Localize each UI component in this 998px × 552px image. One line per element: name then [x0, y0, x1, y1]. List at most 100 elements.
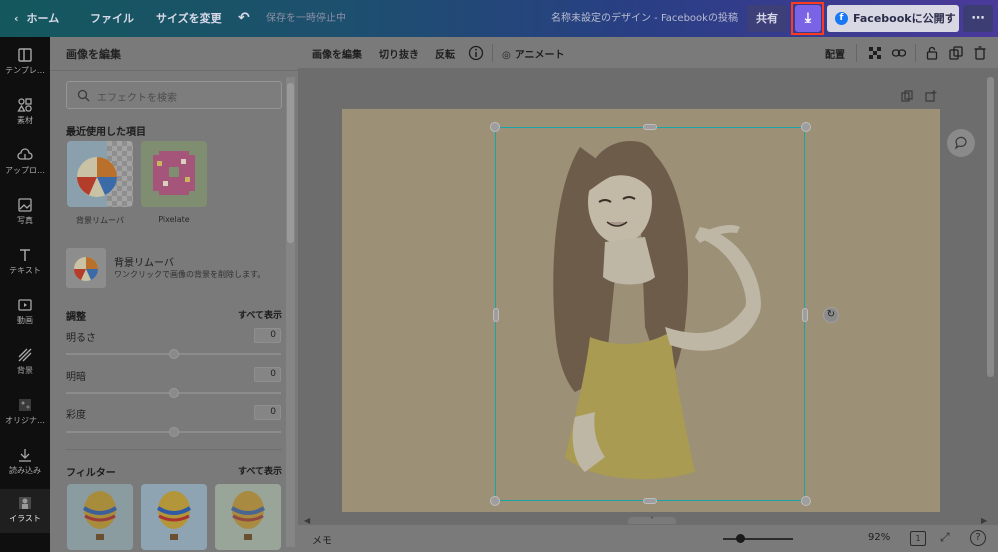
file-menu[interactable]: ファイル: [90, 0, 134, 37]
flip-button[interactable]: 反転: [435, 46, 455, 61]
zoom-level[interactable]: 92%: [868, 532, 890, 543]
filter-thumb[interactable]: [67, 484, 133, 550]
recent-pixelate-thumb[interactable]: [141, 141, 207, 207]
undo-icon[interactable]: ↶: [238, 0, 250, 37]
rail-item-text[interactable]: テキスト: [0, 247, 50, 276]
brightness-slider-handle[interactable]: [169, 349, 179, 359]
bg-remover-row[interactable]: 背景リムーバ ワンクリックで画像の背景を削除します。: [66, 248, 282, 288]
rail-item-background[interactable]: 背景: [0, 347, 50, 376]
text-icon: [20, 249, 30, 261]
saturation-slider-handle[interactable]: [169, 427, 179, 437]
comment-button[interactable]: [947, 129, 975, 157]
chevron-left-icon: ‹: [14, 12, 19, 25]
balloon-image: [67, 484, 133, 550]
trash-icon[interactable]: [972, 45, 988, 61]
rail-item-original[interactable]: オリジナ…: [0, 397, 50, 426]
toolbar-divider: [915, 44, 916, 62]
zoom-slider-track[interactable]: [723, 538, 793, 540]
transparency-icon[interactable]: [867, 45, 883, 61]
search-icon: [77, 89, 90, 102]
resize-menu[interactable]: サイズを変更: [156, 0, 222, 37]
brightness-value-input[interactable]: 0: [254, 328, 281, 343]
saturation-value-input[interactable]: 0: [254, 405, 281, 420]
canvas-scrollbar[interactable]: [987, 77, 994, 377]
resize-handle-s[interactable]: [643, 498, 657, 504]
rail-item-illust[interactable]: イラスト: [0, 489, 50, 533]
filter-title: フィルター: [66, 468, 116, 479]
rail-item-video[interactable]: 動画: [0, 297, 50, 326]
photo-icon: [18, 198, 32, 212]
background-icon: [18, 348, 32, 362]
template-icon: [18, 48, 32, 62]
original-icon: [19, 399, 31, 411]
add-page-icon[interactable]: [925, 90, 937, 102]
page-count-button[interactable]: 1: [910, 531, 926, 546]
resize-handle-se[interactable]: [801, 496, 811, 506]
search-placeholder: エフェクトを検索: [97, 93, 177, 104]
import-icon: [19, 449, 31, 462]
edit-image-button[interactable]: 画像を編集: [312, 46, 362, 61]
left-rail: テンプレ… 素材 アップロ… 写真 テキスト 動画 背景 オリジナ… 読み込み …: [0, 37, 50, 552]
panel-divider: [50, 70, 298, 71]
help-button[interactable]: ?: [970, 530, 986, 546]
top-bar: ‹ ホーム ファイル サイズを変更 ↶ 保存を一時停止中 名称未設定のデザイン -…: [0, 0, 998, 52]
info-icon[interactable]: [468, 45, 484, 61]
contrast-slider-handle[interactable]: [169, 388, 179, 398]
rotate-icon[interactable]: ↻: [823, 307, 839, 323]
resize-handle-e[interactable]: [802, 308, 808, 322]
video-icon: [18, 299, 32, 311]
toolbar-divider: [492, 44, 493, 62]
more-menu-icon[interactable]: ⋯: [963, 5, 993, 32]
crop-button[interactable]: 切り抜き: [379, 46, 419, 61]
link-icon[interactable]: [891, 45, 907, 61]
rail-item-elements[interactable]: 素材: [0, 97, 50, 126]
selection-box[interactable]: [495, 127, 805, 501]
fullscreen-icon[interactable]: ⤢: [940, 530, 950, 545]
resize-handle-nw[interactable]: [490, 122, 500, 132]
filter-show-all-link[interactable]: すべて表示: [238, 464, 282, 477]
balloon-image: [215, 484, 281, 550]
resize-handle-sw[interactable]: [490, 496, 500, 506]
save-status: 保存を一時停止中: [266, 13, 346, 24]
filter-thumb[interactable]: [141, 484, 207, 550]
toolbar-divider: [856, 44, 857, 62]
section-divider: [66, 449, 282, 450]
zoom-slider-handle[interactable]: [736, 534, 745, 543]
adjust-show-all-link[interactable]: すべて表示: [238, 308, 282, 321]
lock-icon[interactable]: [924, 45, 940, 61]
beach-ball-image: [67, 141, 117, 207]
canvas-area: ↻ ◀ ▶ ˄: [298, 69, 998, 525]
upload-icon: [17, 148, 33, 160]
brightness-label: 明るさ: [66, 333, 96, 344]
effect-search-input[interactable]: エフェクトを検索: [66, 81, 282, 109]
recent-bg-remover-thumb[interactable]: [67, 141, 133, 207]
download-button[interactable]: ⤓: [795, 5, 821, 32]
copy-page-icon[interactable]: [901, 90, 913, 102]
share-button[interactable]: 共有: [747, 5, 787, 32]
resize-handle-w[interactable]: [493, 308, 499, 322]
bg-remover-title: 背景リムーバ: [114, 258, 174, 269]
rail-item-template[interactable]: テンプレ…: [0, 47, 50, 76]
home-label: ホーム: [26, 12, 60, 25]
page-number: 1: [915, 534, 921, 543]
edit-image-panel: 画像を編集 エフェクトを検索 最近使用した項目 背景リムーバ Pixelate: [50, 37, 298, 552]
rail-item-upload[interactable]: アップロ…: [0, 147, 50, 176]
contrast-value-input[interactable]: 0: [254, 367, 281, 382]
balloon-image: [141, 484, 207, 550]
home-nav[interactable]: ‹ ホーム: [14, 0, 59, 37]
publish-facebook-button[interactable]: f Facebookに公開する: [827, 5, 959, 52]
duplicate-icon[interactable]: [948, 45, 964, 61]
facebook-icon: f: [835, 12, 848, 25]
panel-scrollbar[interactable]: [287, 83, 294, 243]
filter-thumb[interactable]: [215, 484, 281, 550]
comment-icon: [954, 136, 967, 150]
design-title[interactable]: 名称未設定のデザイン - Facebookの投稿: [551, 0, 738, 37]
animate-icon: ◎: [502, 50, 511, 61]
position-button[interactable]: 配置: [825, 46, 845, 61]
animate-button[interactable]: ◎ アニメート: [502, 46, 565, 61]
rail-item-photo[interactable]: 写真: [0, 197, 50, 226]
notes-button[interactable]: メモ: [312, 532, 332, 547]
resize-handle-n[interactable]: [643, 124, 657, 130]
rail-item-import[interactable]: 読み込み: [0, 447, 50, 476]
resize-handle-ne[interactable]: [801, 122, 811, 132]
